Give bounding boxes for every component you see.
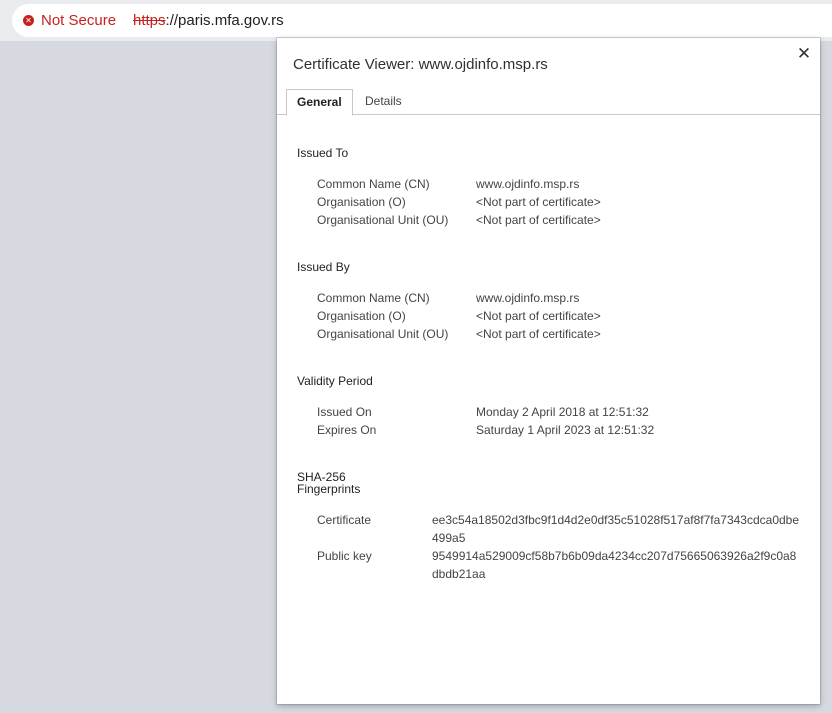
x-circle-icon[interactable]: ✕ (23, 15, 34, 26)
issued-by-cn-value: www.ojdinfo.msp.rs (476, 291, 580, 305)
url-scheme: https (133, 12, 166, 29)
section-issued-to-title: Issued To (297, 146, 349, 160)
section-issued-by-title: Issued By (297, 260, 350, 274)
fingerprint-public-key-label: Public key (317, 549, 372, 563)
fingerprint-public-key-value: 9549914a529009cf58b7b6b09da4234cc207d756… (432, 549, 797, 581)
expires-on-label: Expires On (317, 423, 377, 437)
tab-details[interactable]: Details (355, 89, 412, 114)
tab-general[interactable]: General (286, 89, 353, 116)
browser-toolbar: ✕ Not Secure https://paris.mfa.gov.rs (0, 0, 832, 41)
url-text[interactable]: https://paris.mfa.gov.rs (133, 12, 284, 29)
issued-by-o-label: Organisation (O) (317, 309, 406, 323)
issued-to-o-label: Organisation (O) (317, 195, 406, 209)
issued-to-cn-value: www.ojdinfo.msp.rs (476, 177, 580, 191)
dialog-title: Certificate Viewer: www.ojdinfo.msp.rs (293, 56, 548, 73)
issued-by-cn-label: Common Name (CN) (317, 291, 430, 305)
issued-by-ou-label: Organisational Unit (OU) (317, 327, 449, 341)
expires-on-value: Saturday 1 April 2023 at 12:51:32 (476, 423, 655, 437)
issued-by-o-value: <Not part of certificate> (476, 309, 601, 323)
url-host: ://paris.mfa.gov.rs (165, 12, 284, 29)
tab-bar: General Details (277, 89, 820, 116)
issued-on-label: Issued On (317, 405, 372, 419)
section-fingerprints-title-line2: Fingerprints (297, 482, 361, 496)
address-bar[interactable]: ✕ Not Secure https://paris.mfa.gov.rs (12, 4, 832, 37)
issued-by-ou-value: <Not part of certificate> (476, 327, 601, 341)
section-validity-title: Validity Period (297, 374, 373, 388)
issued-to-o-value: <Not part of certificate> (476, 195, 601, 209)
issued-to-ou-label: Organisational Unit (OU) (317, 213, 449, 227)
security-status[interactable]: Not Secure (41, 12, 116, 29)
fingerprint-certificate-value: ee3c54a18502d3fbc9f1d4d2e0df35c51028f517… (432, 513, 800, 545)
issued-on-value: Monday 2 April 2018 at 12:51:32 (476, 405, 649, 419)
issued-to-ou-value: <Not part of certificate> (476, 213, 601, 227)
issued-to-cn-label: Common Name (CN) (317, 177, 430, 191)
fingerprint-certificate-label: Certificate (317, 513, 372, 527)
close-icon[interactable]: ✕ (796, 45, 812, 62)
certificate-viewer-dialog: Certificate Viewer: www.ojdinfo.msp.rs ✕… (277, 38, 820, 704)
